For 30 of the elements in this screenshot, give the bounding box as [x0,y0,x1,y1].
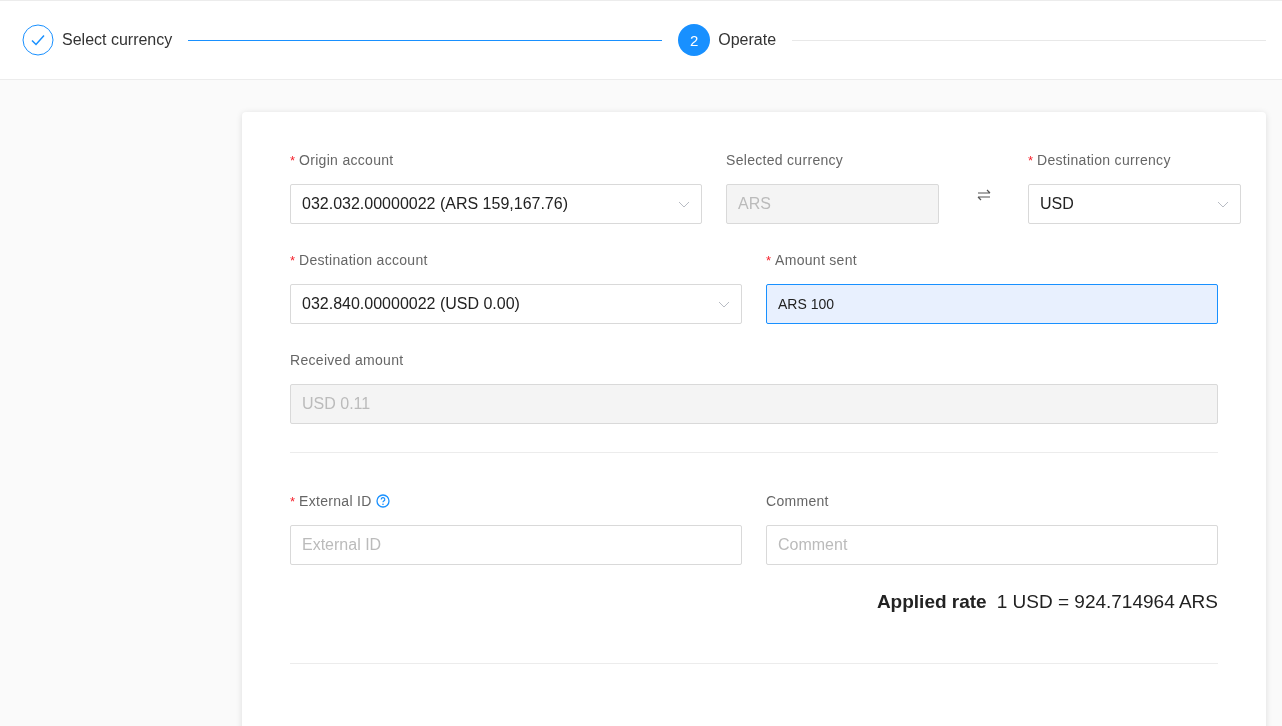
field-label: Comment [766,493,829,509]
input-field[interactable]: Comment [766,525,1218,565]
field-label: Destination account [299,252,428,268]
input-field[interactable]: External ID [290,525,742,565]
required-asterisk: * [290,493,296,509]
required-asterisk: * [290,152,296,168]
field-label: Selected currency [726,152,844,168]
required-asterisk: * [766,252,772,268]
chevron-down-icon [718,300,730,308]
step-label: Operate [718,31,777,49]
select-field[interactable]: 032.840.00000022 (USD 0.00) [290,284,742,324]
step-number: 2 [678,24,711,56]
check-icon [22,24,54,56]
required-asterisk: * [290,252,296,268]
chevron-down-icon [678,200,690,208]
help-icon[interactable] [375,494,390,508]
step-label: Select currency [62,31,173,49]
select-field[interactable]: USD [1028,184,1241,224]
input-field[interactable]: ARS 100 [766,284,1218,324]
field-label: External ID [299,493,372,509]
field-label: Destination currency [1037,152,1171,168]
rate-label: Applied rate [876,591,987,613]
rate-value: 1 USD = 924.714964 ARS [996,591,1218,613]
chevron-down-icon [1217,200,1229,208]
swap-icon[interactable] [976,189,991,201]
field-label: Origin account [299,152,394,168]
field-label: Received amount [290,352,404,368]
field-label: Amount sent [775,252,857,268]
required-asterisk: * [1028,152,1034,168]
select-field[interactable]: 032.032.00000022 (ARS 159,167.76) [290,184,702,224]
